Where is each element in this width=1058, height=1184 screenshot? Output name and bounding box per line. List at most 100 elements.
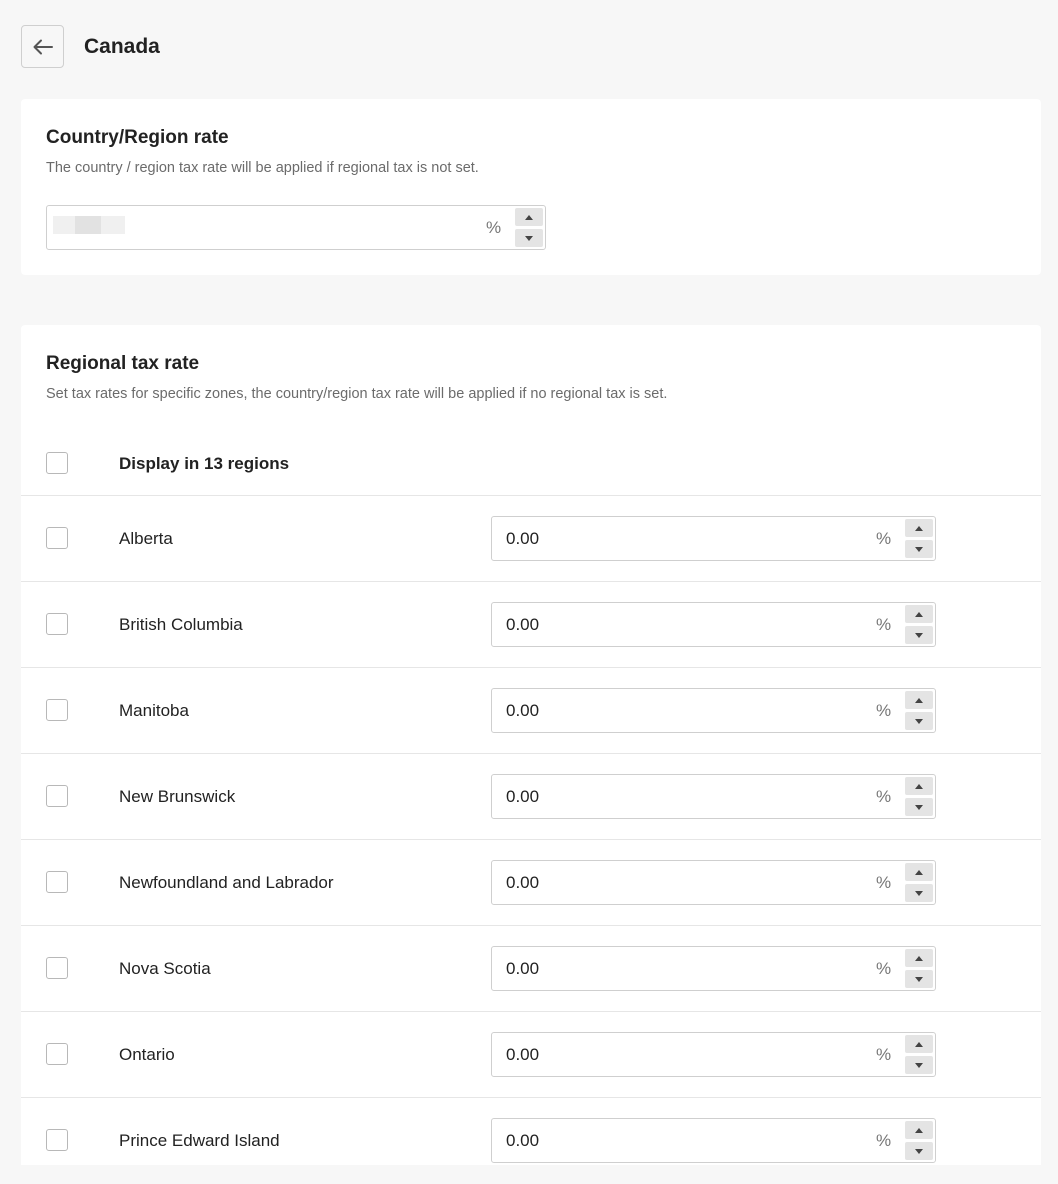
region-row: Ontario 0.00% <box>21 1011 1041 1098</box>
step-up-button[interactable] <box>905 605 933 623</box>
arrow-left-icon <box>33 39 53 54</box>
region-checkbox[interactable] <box>46 957 68 979</box>
triangle-down-icon <box>915 804 923 810</box>
step-down-button[interactable] <box>905 970 933 988</box>
percent-unit: % <box>876 700 892 720</box>
region-rate-input[interactable]: 0.00% <box>491 946 936 991</box>
region-rate-value: 0.00 <box>506 528 540 548</box>
triangle-up-icon <box>915 783 923 789</box>
region-rate-stepper <box>905 605 933 644</box>
region-checkbox[interactable] <box>46 871 68 893</box>
country-rate-description: The country / region tax rate will be ap… <box>46 160 479 176</box>
step-down-button[interactable] <box>905 1056 933 1074</box>
regional-rate-card: Regional tax rate Set tax rates for spec… <box>21 325 1041 1165</box>
country-rate-title: Country/Region rate <box>46 127 229 148</box>
percent-unit: % <box>876 958 892 978</box>
step-up-button[interactable] <box>515 208 543 226</box>
region-rate-value: 0.00 <box>506 958 540 978</box>
percent-unit: % <box>876 786 892 806</box>
region-name: Newfoundland and Labrador <box>119 873 334 892</box>
region-rate-input[interactable]: 0.00% <box>491 860 936 905</box>
region-rate-stepper <box>905 691 933 730</box>
region-rate-stepper <box>905 863 933 902</box>
region-rate-input[interactable]: 0.00% <box>491 1032 936 1077</box>
percent-unit: % <box>486 217 502 237</box>
step-up-button[interactable] <box>905 691 933 709</box>
region-rate-input[interactable]: 0.00% <box>491 602 936 647</box>
regional-rate-description: Set tax rates for specific zones, the co… <box>46 386 668 402</box>
region-rate-input[interactable]: 0.00% <box>491 774 936 819</box>
page-title: Canada <box>84 34 160 58</box>
region-name: Alberta <box>119 529 173 548</box>
page-header: Canada <box>21 24 160 69</box>
triangle-down-icon <box>915 890 923 896</box>
region-rate-stepper <box>905 1035 933 1074</box>
step-up-button[interactable] <box>905 863 933 881</box>
region-checkbox[interactable] <box>46 613 68 635</box>
step-down-button[interactable] <box>905 884 933 902</box>
step-down-button[interactable] <box>905 712 933 730</box>
region-rate-stepper <box>905 777 933 816</box>
region-rate-value: 0.00 <box>506 614 540 634</box>
region-row: Nova Scotia 0.00% <box>21 925 1041 1012</box>
region-row: Newfoundland and Labrador 0.00% <box>21 839 1041 926</box>
triangle-down-icon <box>915 718 923 724</box>
triangle-down-icon <box>525 235 533 241</box>
step-down-button[interactable] <box>905 626 933 644</box>
country-rate-stepper <box>515 208 543 247</box>
region-row: British Columbia 0.00% <box>21 581 1041 668</box>
step-up-button[interactable] <box>905 1035 933 1053</box>
region-name: Manitoba <box>119 701 189 720</box>
region-name: British Columbia <box>119 615 243 634</box>
redacted-value <box>75 216 101 234</box>
back-button[interactable] <box>21 25 64 68</box>
percent-unit: % <box>876 1044 892 1064</box>
region-checkbox[interactable] <box>46 1043 68 1065</box>
step-down-button[interactable] <box>905 1142 933 1160</box>
region-rate-input[interactable]: 0.00% <box>491 516 936 561</box>
triangle-up-icon <box>915 955 923 961</box>
region-name: Ontario <box>119 1045 175 1064</box>
region-name: Nova Scotia <box>119 959 211 978</box>
triangle-up-icon <box>915 1127 923 1133</box>
region-rate-value: 0.00 <box>506 700 540 720</box>
region-rate-stepper <box>905 519 933 558</box>
triangle-up-icon <box>915 611 923 617</box>
region-rate-value: 0.00 <box>506 872 540 892</box>
percent-unit: % <box>876 1130 892 1150</box>
region-checkbox[interactable] <box>46 527 68 549</box>
step-up-button[interactable] <box>905 519 933 537</box>
triangle-up-icon <box>525 214 533 220</box>
region-rate-value: 0.00 <box>506 786 540 806</box>
region-row: Prince Edward Island 0.00% <box>21 1097 1041 1184</box>
region-rate-stepper <box>905 949 933 988</box>
region-name: New Brunswick <box>119 787 236 806</box>
region-rate-input[interactable]: 0.00% <box>491 1118 936 1163</box>
step-up-button[interactable] <box>905 1121 933 1139</box>
region-rate-input[interactable]: 0.00% <box>491 688 936 733</box>
region-checkbox[interactable] <box>46 699 68 721</box>
select-all-checkbox[interactable] <box>46 452 68 474</box>
region-checkbox[interactable] <box>46 1129 68 1151</box>
step-down-button[interactable] <box>905 798 933 816</box>
triangle-down-icon <box>915 632 923 638</box>
redacted-value <box>53 216 75 234</box>
country-rate-input[interactable]: % <box>46 205 546 250</box>
triangle-down-icon <box>915 976 923 982</box>
region-checkbox[interactable] <box>46 785 68 807</box>
triangle-up-icon <box>915 1041 923 1047</box>
step-up-button[interactable] <box>905 949 933 967</box>
step-down-button[interactable] <box>905 540 933 558</box>
region-rate-stepper <box>905 1121 933 1160</box>
triangle-down-icon <box>915 546 923 552</box>
triangle-up-icon <box>915 525 923 531</box>
redacted-value <box>101 216 125 234</box>
triangle-down-icon <box>915 1062 923 1068</box>
percent-unit: % <box>876 614 892 634</box>
select-all-label: Display in 13 regions <box>119 454 290 473</box>
region-row: New Brunswick 0.00% <box>21 753 1041 840</box>
region-row: Alberta 0.00% <box>21 495 1041 582</box>
step-up-button[interactable] <box>905 777 933 795</box>
country-rate-card: Country/Region rate The country / region… <box>21 99 1041 275</box>
step-down-button[interactable] <box>515 229 543 247</box>
